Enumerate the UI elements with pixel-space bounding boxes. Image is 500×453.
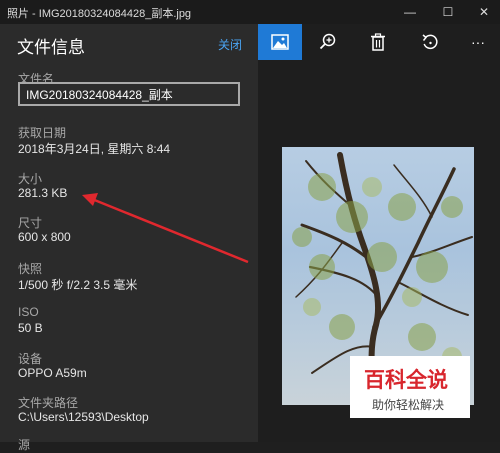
- title-bar: 照片 - IMG20180324084428_副本.jpg — ☐ ✕: [0, 0, 500, 24]
- folder-path-value: C:\Users\12593\Desktop: [18, 410, 149, 424]
- iso-value: 50 B: [18, 321, 43, 335]
- dimensions-label: 尺寸: [18, 216, 43, 230]
- zoom-icon[interactable]: [306, 24, 350, 60]
- close-window-button[interactable]: ✕: [466, 0, 500, 24]
- rotate-icon[interactable]: [408, 24, 452, 60]
- size-value: 281.3 KB: [18, 186, 68, 200]
- date-label: 获取日期: [18, 126, 67, 140]
- watermark-brand: 百科全说: [364, 369, 448, 392]
- maximize-button[interactable]: ☐: [430, 0, 466, 24]
- panel-title: 文件信息: [17, 38, 85, 57]
- device-value: OPPO A59m: [18, 366, 87, 380]
- folder-path-label: 文件夹路径: [18, 396, 79, 410]
- filename-input[interactable]: [18, 82, 240, 106]
- more-icon[interactable]: ···: [456, 24, 500, 60]
- source-label: 源: [18, 438, 31, 452]
- close-panel-link[interactable]: 关闭: [218, 36, 242, 53]
- watermark-logo: 百科全说 助你轻松解决: [350, 356, 470, 418]
- size-label: 大小: [18, 172, 43, 186]
- date-value: 2018年3月24日, 星期六 8:44: [18, 142, 171, 156]
- window-title: 照片 - IMG20180324084428_副本.jpg: [7, 8, 192, 20]
- toolbar: ···: [258, 24, 500, 60]
- image-icon[interactable]: [258, 24, 302, 60]
- shot-label: 快照: [18, 262, 43, 276]
- dimensions-value: 600 x 800: [18, 230, 71, 244]
- file-info-panel: 文件信息 关闭 文件名 获取日期 2018年3月24日, 星期六 8:44 大小…: [0, 24, 258, 452]
- watermark-tagline: 助你轻松解决: [372, 398, 445, 412]
- delete-icon[interactable]: [356, 24, 400, 60]
- device-label: 设备: [18, 352, 43, 366]
- minimize-button[interactable]: —: [392, 0, 428, 24]
- iso-label: ISO: [18, 305, 39, 319]
- shot-value: 1/500 秒 f/2.2 3.5 毫米: [18, 278, 138, 292]
